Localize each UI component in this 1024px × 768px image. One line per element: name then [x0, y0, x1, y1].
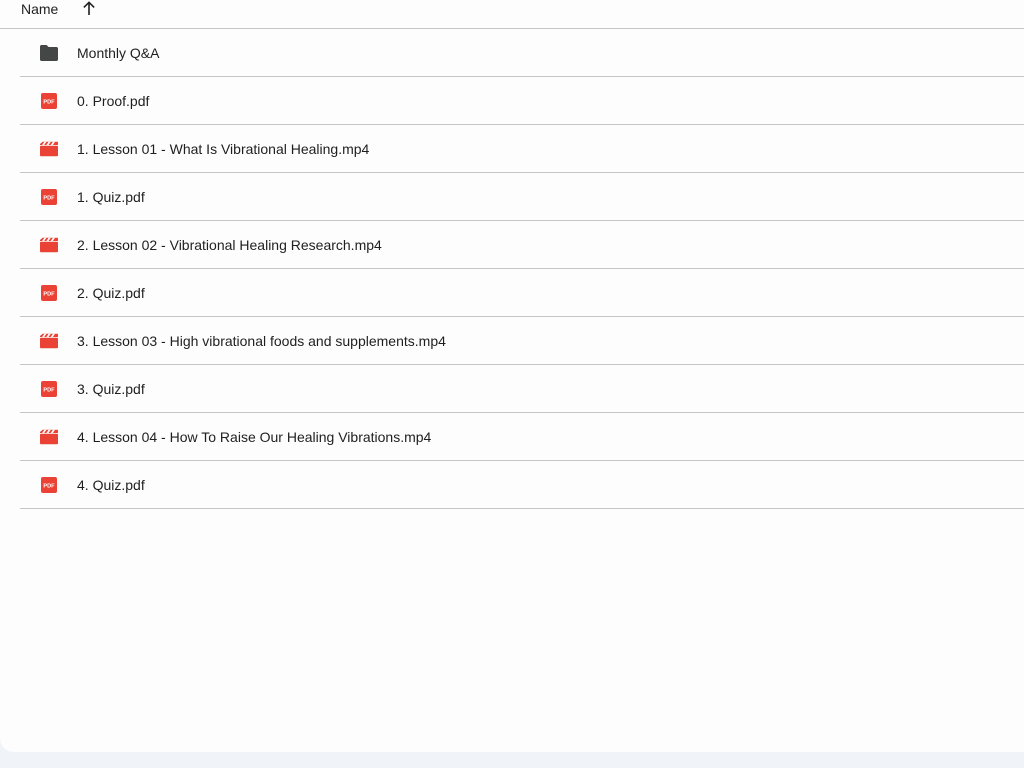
pdf-icon: PDF	[39, 92, 59, 110]
file-list-panel: Name Monthly Q&A PDF 0. Proof.pdf 1. Les…	[0, 0, 1024, 752]
pdf-icon: PDF	[39, 476, 59, 494]
list-item[interactable]: PDF 3. Quiz.pdf	[20, 365, 1024, 413]
file-name: 3. Quiz.pdf	[77, 381, 145, 397]
video-icon	[39, 140, 59, 158]
list-item[interactable]: 4. Lesson 04 - How To Raise Our Healing …	[20, 413, 1024, 461]
svg-text:PDF: PDF	[43, 292, 55, 298]
video-icon	[39, 236, 59, 254]
file-name: 1. Quiz.pdf	[77, 189, 145, 205]
video-icon	[39, 332, 59, 350]
svg-text:PDF: PDF	[43, 484, 55, 490]
file-name: 3. Lesson 03 - High vibrational foods an…	[77, 333, 446, 349]
file-name: Monthly Q&A	[77, 45, 160, 61]
svg-text:PDF: PDF	[43, 388, 55, 394]
pdf-icon: PDF	[39, 284, 59, 302]
sort-ascending-button[interactable]	[79, 0, 99, 18]
name-column-header[interactable]: Name	[21, 1, 58, 17]
folder-icon	[39, 44, 59, 62]
video-icon	[39, 428, 59, 446]
file-name: 2. Quiz.pdf	[77, 285, 145, 301]
svg-text:PDF: PDF	[43, 196, 55, 202]
file-name: 4. Quiz.pdf	[77, 477, 145, 493]
pdf-icon: PDF	[39, 380, 59, 398]
file-name: 0. Proof.pdf	[77, 93, 150, 109]
file-list: Monthly Q&A PDF 0. Proof.pdf 1. Lesson 0…	[20, 29, 1024, 509]
list-item[interactable]: PDF 1. Quiz.pdf	[20, 173, 1024, 221]
svg-text:PDF: PDF	[43, 100, 55, 106]
list-header: Name	[0, 0, 1024, 29]
list-item[interactable]: PDF 4. Quiz.pdf	[20, 461, 1024, 509]
list-item[interactable]: PDF 2. Quiz.pdf	[20, 269, 1024, 317]
file-name: 4. Lesson 04 - How To Raise Our Healing …	[77, 429, 432, 445]
file-name: 2. Lesson 02 - Vibrational Healing Resea…	[77, 237, 382, 253]
list-item[interactable]: PDF 0. Proof.pdf	[20, 77, 1024, 125]
list-item[interactable]: Monthly Q&A	[20, 29, 1024, 77]
list-item[interactable]: 3. Lesson 03 - High vibrational foods an…	[20, 317, 1024, 365]
list-item[interactable]: 2. Lesson 02 - Vibrational Healing Resea…	[20, 221, 1024, 269]
file-name: 1. Lesson 01 - What Is Vibrational Heali…	[77, 141, 370, 157]
list-item[interactable]: 1. Lesson 01 - What Is Vibrational Heali…	[20, 125, 1024, 173]
pdf-icon: PDF	[39, 188, 59, 206]
arrow-up-icon	[83, 1, 95, 16]
